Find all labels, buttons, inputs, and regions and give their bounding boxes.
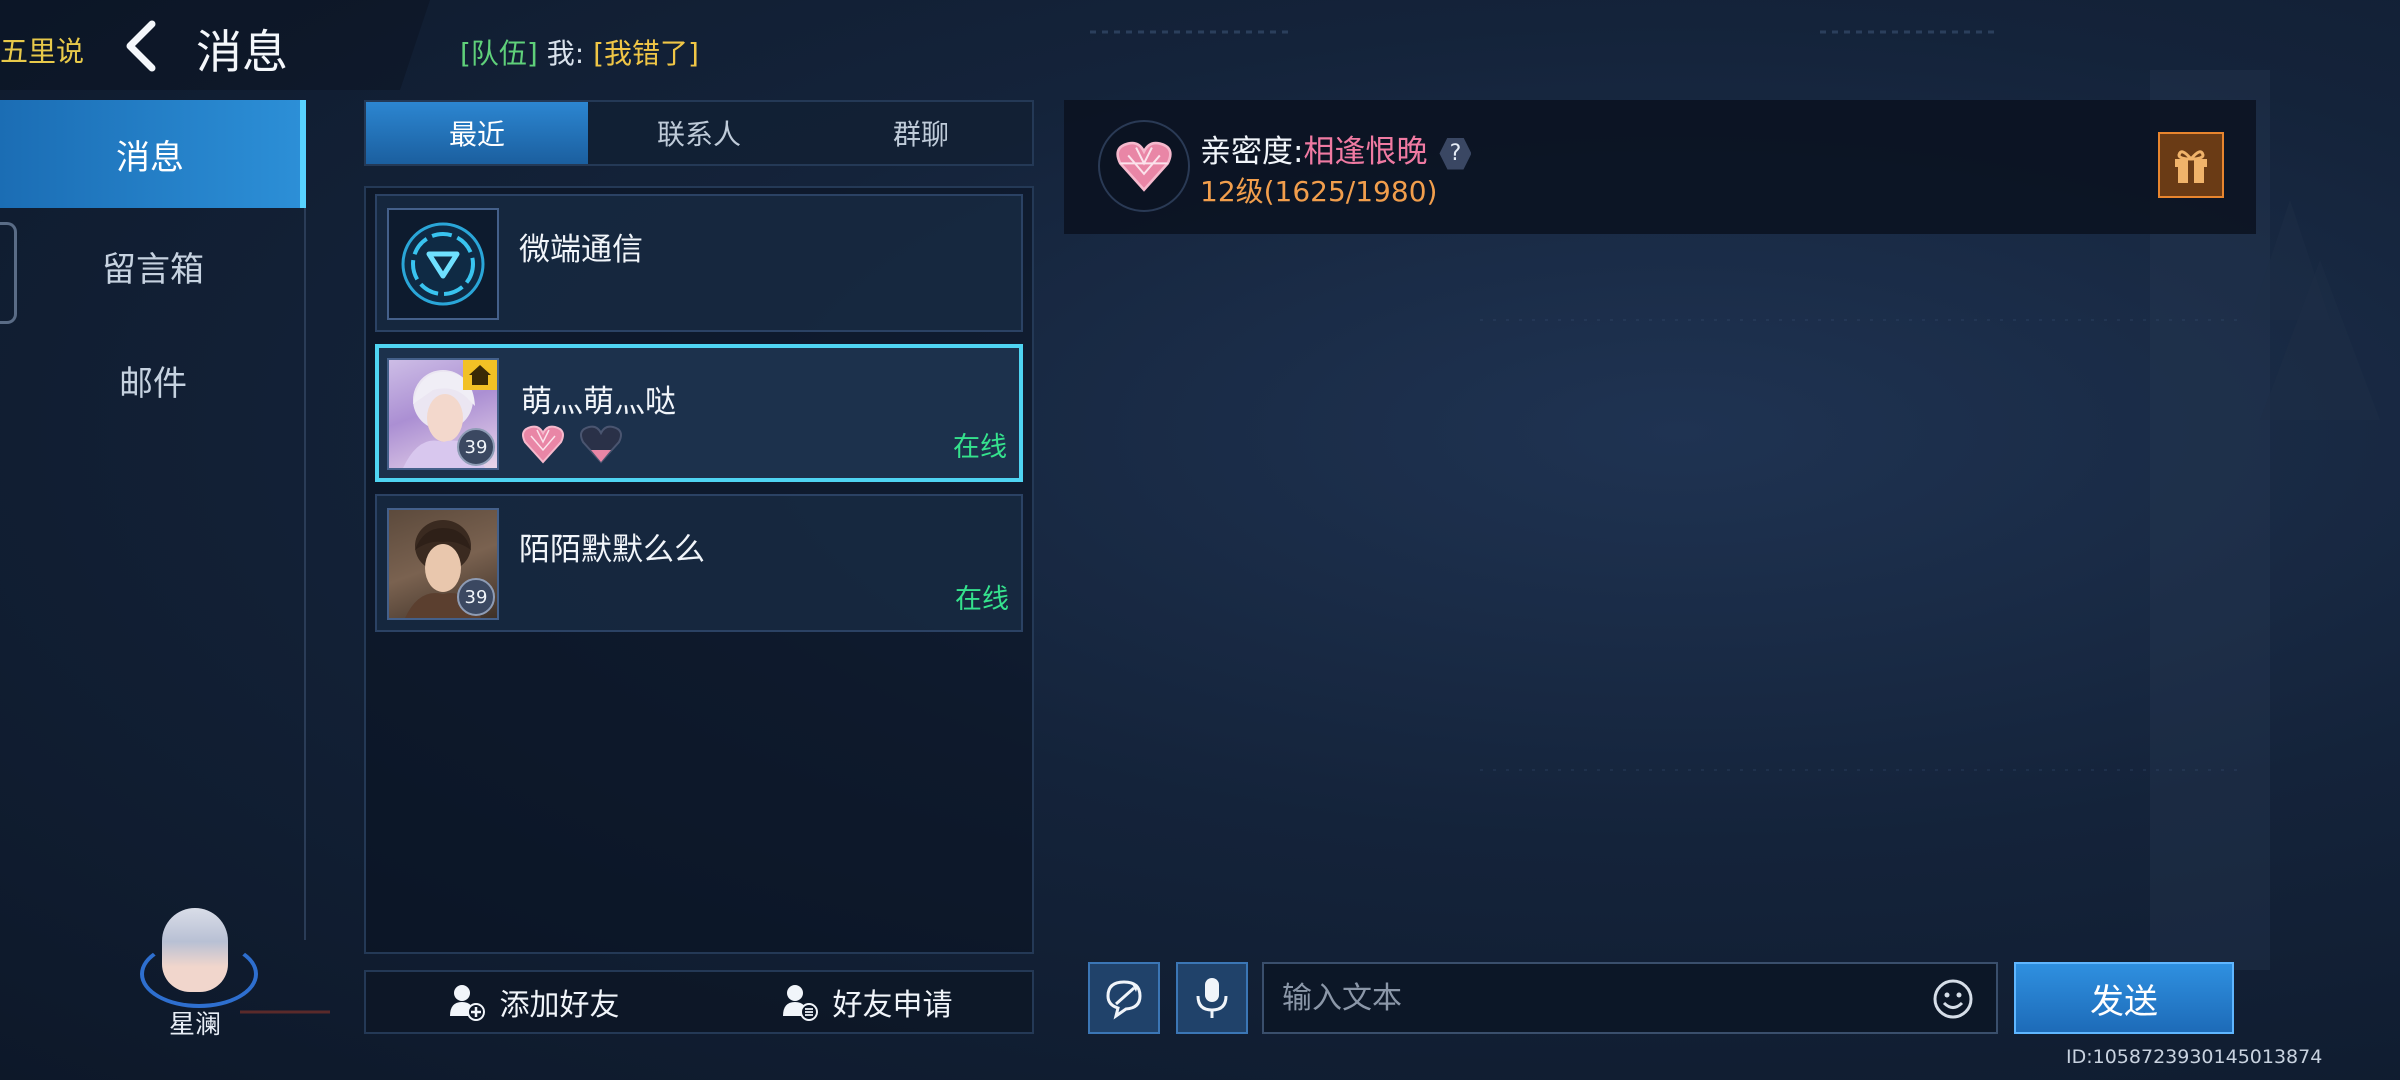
gift-button[interactable] — [2158, 132, 2224, 198]
friend-actions: 添加好友 好友申请 — [364, 970, 1034, 1034]
tab-recent[interactable]: 最近 — [366, 102, 588, 164]
chat-message-area — [1064, 234, 2256, 950]
intimacy-level: 12级(1625/1980) — [1200, 175, 1438, 208]
list-item[interactable]: 39 萌灬萌灬哒 在线 — [375, 344, 1023, 482]
add-friend-label: 添加好友 — [499, 988, 620, 1023]
heart-partial-icon — [580, 425, 622, 464]
user-id: ID:1058723930145013874 — [2066, 1046, 2323, 1068]
nav-item-messages[interactable]: 消息 — [0, 100, 306, 208]
tab-contacts[interactable]: 联系人 — [588, 102, 810, 164]
avatar-portrait — [162, 908, 228, 992]
back-button[interactable] — [118, 18, 166, 74]
nav-item-label: 邮件 — [119, 363, 187, 404]
conversation-avatar — [387, 208, 499, 320]
broadcast-message: [我错了] — [593, 37, 699, 70]
intimacy-label-text: 亲密度: — [1200, 134, 1304, 170]
list-item[interactable]: 39 陌陌默默么么 在线 — [375, 494, 1023, 632]
player-name: 星澜 — [168, 1010, 221, 1040]
nav-item-mail[interactable]: 邮件 — [0, 326, 306, 434]
online-status: 在线 — [953, 432, 1007, 463]
online-status: 在线 — [955, 584, 1009, 615]
broadcast-team-tag: [队伍] — [460, 37, 538, 70]
team-broadcast: [队伍] 我: [我错了] — [460, 32, 699, 72]
intimacy-value: 相逢恨晚 — [1303, 134, 1428, 170]
tab-group-chat[interactable]: 群聊 — [810, 102, 1032, 164]
page-title: 消息 — [196, 25, 288, 79]
chevron-left-icon — [126, 20, 156, 72]
add-friend-icon — [449, 985, 485, 1021]
home-icon — [463, 360, 497, 390]
nav-item-label: 消息 — [116, 137, 184, 178]
friend-request-label: 好友申请 — [832, 988, 953, 1023]
friend-request-button[interactable]: 好友申请 — [699, 972, 1032, 1032]
level-badge: 39 — [457, 428, 495, 466]
intimacy-heart-badge — [1098, 120, 1190, 212]
message-input[interactable] — [1262, 962, 1998, 1034]
broadcast-sender: 我: — [546, 37, 585, 70]
gift-icon — [2175, 150, 2207, 183]
top-left-text: 五里说 — [0, 35, 85, 68]
voice-button[interactable] — [1176, 962, 1248, 1034]
list-item[interactable]: 微端通信 — [375, 194, 1023, 332]
heart-icon — [1116, 141, 1172, 192]
quick-chat-icon — [1106, 980, 1142, 1020]
message-tabs: 最近 联系人 群聊 — [364, 100, 1034, 166]
send-button[interactable]: 发送 — [2014, 962, 2234, 1034]
nav-item-message-box[interactable]: 留言箱 — [0, 212, 306, 320]
emoji-icon[interactable] — [1932, 978, 1974, 1020]
level-badge: 39 — [457, 578, 495, 616]
conversation-avatar: 39 — [387, 358, 499, 470]
microterminal-icon — [401, 222, 485, 306]
friend-request-icon — [782, 985, 818, 1021]
intimacy-hearts — [521, 424, 623, 464]
conversation-avatar: 39 — [387, 508, 499, 620]
add-friend-button[interactable]: 添加好友 — [366, 972, 699, 1032]
help-icon[interactable]: ? — [1439, 137, 1472, 170]
intimacy-label: 亲密度:相逢恨晚? — [1200, 126, 1472, 171]
conversation-name: 微端通信 — [519, 232, 643, 268]
intimacy-header: 亲密度:相逢恨晚? 12级(1625/1980) — [1064, 100, 2256, 234]
conversation-name: 萌灬萌灬哒 — [521, 384, 676, 420]
quick-phrase-button[interactable] — [1088, 962, 1160, 1034]
microphone-icon — [1196, 978, 1228, 1018]
conversation-name: 陌陌默默么么 — [519, 532, 705, 568]
nav-item-label: 留言箱 — [102, 249, 204, 290]
heart-filled-icon — [522, 425, 564, 464]
